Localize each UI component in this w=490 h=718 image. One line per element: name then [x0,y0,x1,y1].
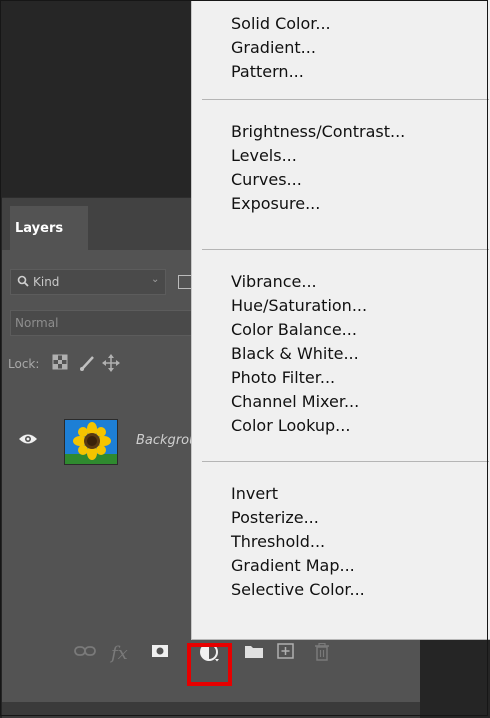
menu-item-solid-color[interactable]: Solid Color... [231,14,331,33]
lock-label: Lock: [8,357,40,371]
trash-icon[interactable] [314,642,330,665]
menu-item-channel-mixer[interactable]: Channel Mixer... [231,392,359,411]
menu-separator [202,99,489,100]
pixel-filter-icon[interactable] [178,275,192,289]
menu-item-invert[interactable]: Invert [231,484,278,503]
menu-item-pattern[interactable]: Pattern... [231,62,304,81]
layer-thumbnail [64,419,118,465]
lock-move-icon[interactable] [102,354,120,375]
menu-item-gradient-map[interactable]: Gradient Map... [231,556,355,575]
search-icon [17,275,29,290]
kind-filter-select[interactable]: Kind ⌄ [10,269,166,295]
menu-item-black-white[interactable]: Black & White... [231,344,359,363]
adjustment-layer-menu: Solid Color... Gradient... Pattern... Br… [191,0,490,640]
menu-separator [202,249,489,250]
chevron-down-icon: ⌄ [151,274,160,285]
blend-mode-label: Normal [15,316,59,330]
link-icon[interactable] [74,643,96,663]
menu-item-exposure[interactable]: Exposure... [231,194,320,213]
new-layer-icon[interactable] [277,643,295,663]
group-folder-icon[interactable] [244,643,264,663]
eye-icon[interactable] [18,431,38,450]
menu-item-vibrance[interactable]: Vibrance... [231,272,317,291]
menu-item-gradient[interactable]: Gradient... [231,38,316,57]
layer-mask-icon[interactable] [151,643,169,663]
adjustment-button-highlight [187,643,232,686]
tab-layers[interactable]: Layers [10,206,88,250]
fx-icon[interactable]: fx [111,643,128,664]
menu-separator [202,461,489,462]
menu-item-photo-filter[interactable]: Photo Filter... [231,368,335,387]
menu-item-selective-color[interactable]: Selective Color... [231,580,365,599]
menu-item-brightness-contrast[interactable]: Brightness/Contrast... [231,122,405,141]
menu-item-posterize[interactable]: Posterize... [231,508,319,527]
menu-item-color-lookup[interactable]: Color Lookup... [231,416,350,435]
menu-item-levels[interactable]: Levels... [231,146,297,165]
blend-mode-select[interactable]: Normal [10,310,195,336]
lock-transparency-icon[interactable] [52,354,68,373]
menu-item-threshold[interactable]: Threshold... [231,532,325,551]
panel-bottom-strip [2,702,420,718]
menu-item-curves[interactable]: Curves... [231,170,302,189]
kind-filter-label: Kind [33,275,60,289]
lock-brush-icon[interactable] [78,354,96,375]
menu-item-hue-saturation[interactable]: Hue/Saturation... [231,296,367,315]
menu-item-color-balance[interactable]: Color Balance... [231,320,357,339]
